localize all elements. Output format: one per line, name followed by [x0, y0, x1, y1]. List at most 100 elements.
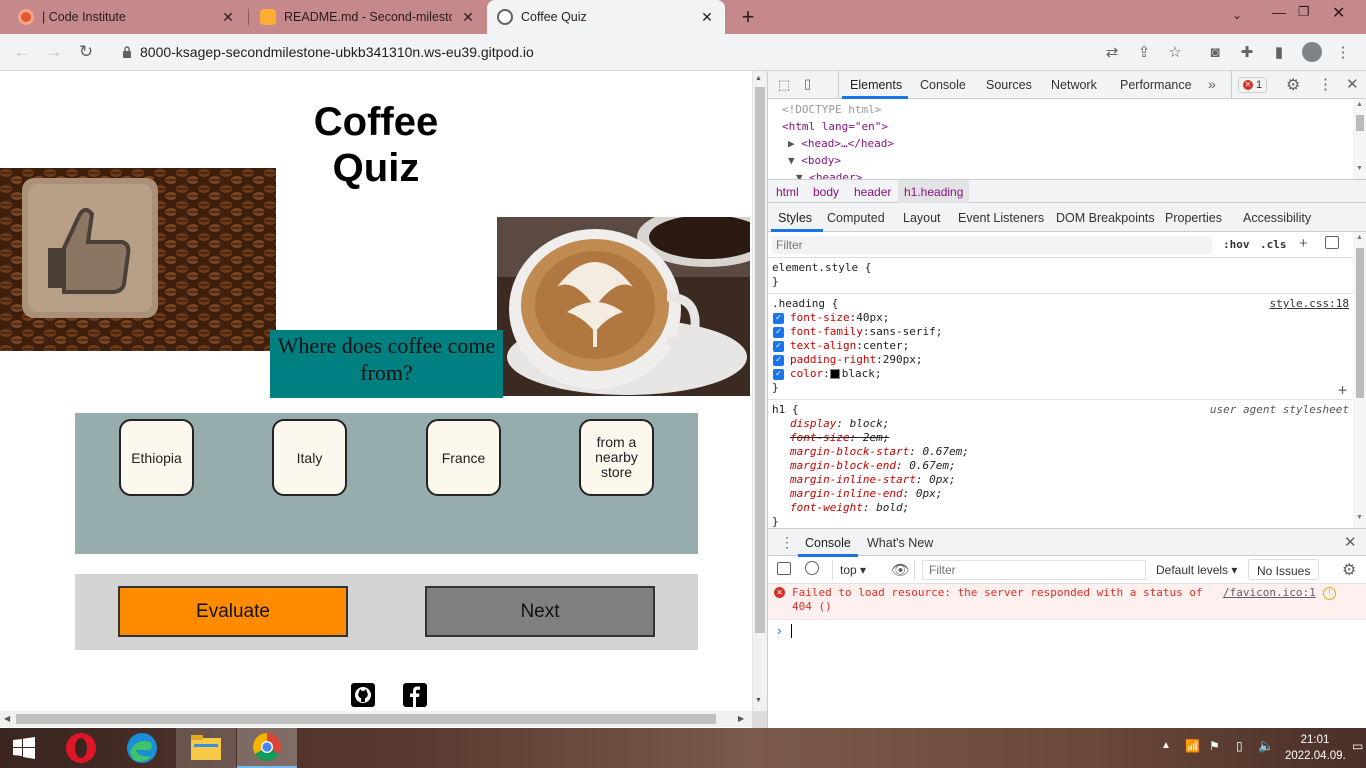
scroll-down-arrow-icon[interactable]: ▼: [755, 697, 762, 704]
bulb-insight-icon[interactable]: !: [1323, 587, 1336, 600]
next-button[interactable]: Next: [425, 586, 655, 637]
drawer-tab-console[interactable]: Console: [805, 536, 851, 550]
flag-icon[interactable]: ⚑: [1209, 739, 1220, 753]
close-tab-icon[interactable]: ✕: [699, 9, 715, 26]
dom-line-doctype[interactable]: <!DOCTYPE html>: [782, 101, 1353, 118]
log-levels-dropdown[interactable]: Default levels ▾: [1156, 563, 1237, 577]
property-checkbox-icon[interactable]: ✓: [773, 354, 784, 366]
system-clock[interactable]: 21:01 2022.04.09.: [1285, 732, 1346, 764]
answer-button-france[interactable]: France: [426, 419, 501, 496]
add-property-icon[interactable]: +: [1338, 383, 1347, 398]
breadcrumb-body[interactable]: body: [813, 185, 839, 199]
drawer-tab-whats-new[interactable]: What's New: [867, 536, 933, 550]
color-swatch[interactable]: [829, 369, 840, 379]
css-property-row[interactable]: ✓ text-align: center;: [772, 339, 1349, 353]
live-expression-eye-icon[interactable]: 👁: [891, 561, 910, 579]
tab-event-listeners[interactable]: Event Listeners: [958, 211, 1044, 225]
tab-elements[interactable]: Elements: [850, 78, 902, 92]
clear-console-icon[interactable]: [805, 561, 819, 575]
address-bar[interactable]: 8000-ksagep-secondmilestone-ubkb341310n.…: [108, 38, 1194, 66]
extension-icon[interactable]: ◙: [1206, 43, 1224, 61]
styles-filter-input[interactable]: [772, 236, 1212, 254]
breadcrumb-header[interactable]: header: [854, 185, 891, 199]
dom-line-body[interactable]: ▼ <body>: [782, 152, 1353, 169]
page-horizontal-scrollbar[interactable]: ◀ ▶: [0, 711, 752, 727]
css-property-row[interactable]: ✓ color: black;: [772, 367, 1349, 381]
evaluate-button[interactable]: Evaluate: [118, 586, 348, 637]
hov-toggle[interactable]: :hov: [1223, 238, 1250, 251]
scroll-down-arrow-icon[interactable]: ▼: [1356, 514, 1363, 521]
scroll-thumb[interactable]: [1356, 248, 1364, 398]
devtools-menu-icon[interactable]: ⋮: [1318, 75, 1333, 93]
collapse-triangle-icon[interactable]: ▼: [788, 154, 795, 167]
scroll-down-arrow-icon[interactable]: ▼: [1356, 165, 1363, 172]
new-style-rule-icon[interactable]: +: [1299, 235, 1308, 252]
volume-icon[interactable]: 🔈: [1258, 738, 1274, 754]
tab-sources[interactable]: Sources: [986, 78, 1032, 92]
network-signal-icon[interactable]: 📶: [1185, 739, 1200, 753]
scroll-thumb[interactable]: [16, 714, 716, 724]
tab-performance[interactable]: Performance: [1120, 78, 1192, 92]
property-checkbox-icon[interactable]: ✓: [773, 368, 784, 380]
restore-icon[interactable]: ❐: [1298, 4, 1310, 20]
page-vertical-scrollbar[interactable]: ▲ ▼: [752, 71, 767, 712]
css-property-row[interactable]: ✓ font-family: sans-serif;: [772, 325, 1349, 339]
scroll-right-arrow-icon[interactable]: ▶: [738, 714, 744, 723]
expand-triangle-icon[interactable]: ▶: [788, 137, 795, 150]
tab-accessibility[interactable]: Accessibility: [1243, 211, 1311, 225]
profile-avatar-icon[interactable]: [1302, 42, 1322, 62]
windows-start-icon[interactable]: [0, 728, 48, 768]
scroll-left-arrow-icon[interactable]: ◀: [4, 714, 10, 723]
console-filter-input[interactable]: [922, 560, 1146, 580]
tab-console[interactable]: Console: [920, 78, 966, 92]
edge-icon[interactable]: [112, 728, 172, 768]
breadcrumb-h1-heading[interactable]: h1.heading: [898, 180, 970, 203]
collapse-triangle-icon[interactable]: ▼: [796, 171, 803, 179]
reload-icon[interactable]: ↻: [70, 34, 102, 70]
more-tabs-icon[interactable]: »: [1208, 76, 1216, 92]
close-tab-icon[interactable]: ✕: [460, 9, 476, 26]
console-prompt-row[interactable]: ›: [768, 620, 1366, 644]
toggle-sidebar-icon[interactable]: [1325, 236, 1339, 249]
notifications-icon[interactable]: ▭: [1352, 739, 1363, 753]
inspect-element-icon[interactable]: ⬚: [778, 77, 790, 93]
new-tab-button[interactable]: +: [736, 4, 760, 30]
opera-icon[interactable]: [51, 728, 111, 768]
scroll-thumb[interactable]: [755, 87, 765, 633]
scroll-up-arrow-icon[interactable]: ▲: [1356, 234, 1363, 241]
show-sidebar-icon[interactable]: [777, 562, 791, 575]
context-selector[interactable]: top ▾: [840, 563, 866, 577]
css-property-row[interactable]: ✓ font-size: 40px;: [772, 311, 1349, 325]
dom-tree-scrollbar[interactable]: ▲ ▼: [1353, 99, 1366, 179]
property-checkbox-icon[interactable]: ✓: [773, 312, 784, 324]
battery-icon[interactable]: ▯: [1236, 739, 1243, 753]
tab-code-institute[interactable]: | Code Institute ✕: [8, 0, 246, 34]
tab-dom-breakpoints[interactable]: DOM Breakpoints: [1056, 211, 1155, 225]
dom-line-head[interactable]: ▶ <head>…</head>: [782, 135, 1353, 152]
answer-button-italy[interactable]: Italy: [272, 419, 347, 496]
tray-overflow-icon[interactable]: ▲: [1161, 740, 1171, 751]
scroll-up-arrow-icon[interactable]: ▲: [755, 75, 762, 82]
menu-kebab-icon[interactable]: ⋮: [1334, 43, 1352, 61]
error-source-link[interactable]: /favicon.ico:1: [1223, 586, 1316, 599]
property-checkbox-icon[interactable]: ✓: [773, 326, 784, 338]
issues-button[interactable]: No Issues: [1248, 559, 1320, 580]
chrome-icon[interactable]: [237, 728, 297, 768]
tab-network[interactable]: Network: [1051, 78, 1097, 92]
translate-icon[interactable]: ⇄: [1103, 43, 1121, 61]
tab-layout[interactable]: Layout: [903, 211, 941, 225]
forward-icon[interactable]: →: [38, 34, 70, 70]
answer-button-nearby-store[interactable]: from a nearby store: [579, 419, 654, 496]
answer-button-ethiopia[interactable]: Ethiopia: [119, 419, 194, 496]
close-devtools-icon[interactable]: ✕: [1346, 75, 1359, 93]
tab-styles[interactable]: Styles: [778, 211, 812, 225]
close-window-icon[interactable]: ✕: [1332, 3, 1345, 23]
close-tab-icon[interactable]: ✕: [220, 9, 236, 26]
close-drawer-icon[interactable]: ✕: [1344, 533, 1357, 551]
share-icon[interactable]: ⇪: [1135, 43, 1153, 61]
tab-computed[interactable]: Computed: [827, 211, 885, 225]
breadcrumb-html[interactable]: html: [776, 185, 799, 199]
heading-rule-source-link[interactable]: style.css:18: [1270, 297, 1349, 311]
tab-search-icon[interactable]: ⌄: [1232, 8, 1242, 22]
device-toolbar-icon[interactable]: ▯: [804, 76, 811, 92]
